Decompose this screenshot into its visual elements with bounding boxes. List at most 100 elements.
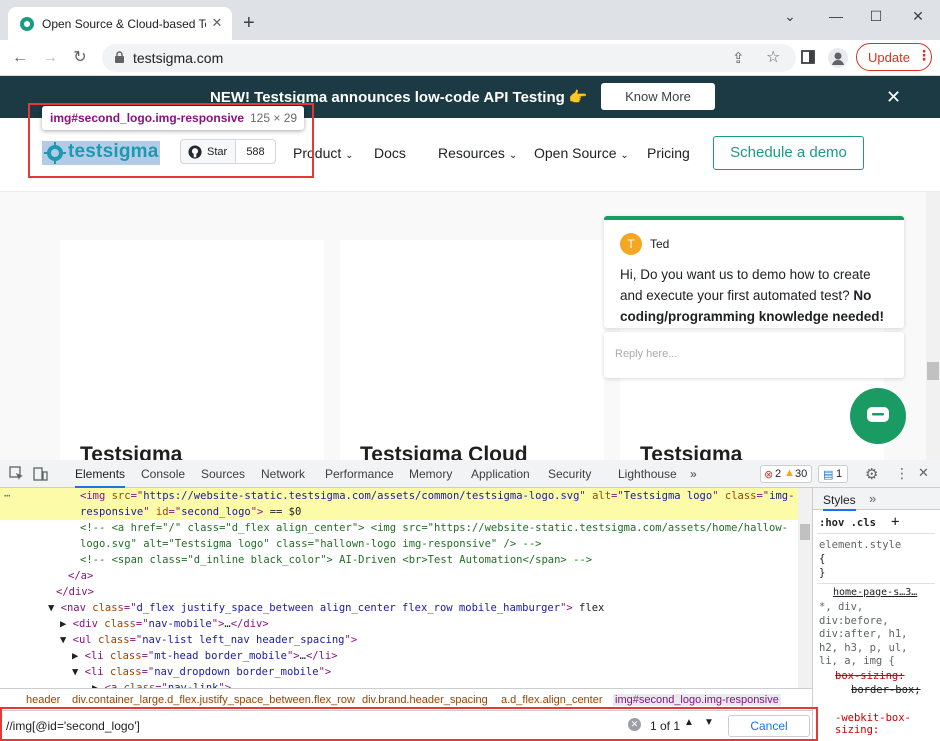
back-arrow-icon[interactable]: ← bbox=[10, 48, 30, 68]
code-token: id bbox=[155, 506, 169, 518]
kebab-menu-icon[interactable]: ⋮ bbox=[917, 47, 931, 64]
chevron-down-icon: ⌄ bbox=[508, 150, 518, 161]
code-line[interactable]: ▶ <a class="nav-link"> bbox=[92, 680, 231, 688]
css-prop-webkit-box-sizing[interactable]: -webkit-box-sizing: bbox=[835, 712, 940, 736]
page-scrollbar-thumb[interactable] bbox=[927, 362, 939, 380]
tab-application[interactable]: Application bbox=[471, 467, 530, 481]
elements-dom-tree: ⋯ <img src="https://website-static.tests… bbox=[0, 488, 812, 688]
know-more-button[interactable]: Know More bbox=[601, 83, 715, 110]
tab-network[interactable]: Network bbox=[261, 467, 305, 481]
page-scrollbar[interactable] bbox=[926, 192, 940, 460]
update-label: Update bbox=[868, 50, 910, 65]
devtools-kebab-icon[interactable]: ⋮ bbox=[895, 465, 909, 482]
code-token: img- bbox=[769, 490, 795, 502]
code-line[interactable]: ▶ <div class="nav-mobile">…</div> bbox=[60, 616, 269, 632]
chat-bubble-icon bbox=[866, 406, 890, 426]
styles-tab[interactable]: Styles bbox=[823, 493, 856, 511]
code-token: "> bbox=[318, 666, 332, 678]
chat-reply-input[interactable]: Reply here... bbox=[604, 332, 904, 378]
code-token: =" bbox=[129, 634, 143, 646]
add-style-icon[interactable]: + bbox=[891, 514, 899, 530]
devtools-close-icon[interactable]: ✕ bbox=[918, 465, 929, 481]
tab-elements[interactable]: Elements bbox=[75, 467, 126, 488]
code-token: <div bbox=[72, 618, 105, 630]
code-line[interactable]: <img src="https://website-static.testsig… bbox=[80, 488, 794, 504]
code-token: class bbox=[109, 650, 142, 662]
nav-pricing[interactable]: Pricing bbox=[647, 145, 690, 161]
code-line[interactable]: </div> bbox=[56, 584, 94, 600]
code-token: nav-mobile bbox=[148, 618, 212, 630]
chat-agent-name: Ted bbox=[650, 237, 670, 251]
window-close-icon[interactable]: ✕ bbox=[908, 8, 928, 24]
code-token: class bbox=[104, 618, 136, 630]
address-bar[interactable]: testsigma.com ⇪ ☆ bbox=[102, 44, 796, 72]
messages-counter[interactable]: ▤ 1 bbox=[818, 465, 848, 483]
css-prop-box-sizing[interactable]: box-sizing: bbox=[835, 670, 905, 682]
code-line[interactable]: <!-- <a href="/" class="d_flex align_cen… bbox=[80, 520, 788, 536]
more-tabs-icon[interactable]: » bbox=[690, 467, 697, 481]
banner-close-icon[interactable]: ✕ bbox=[886, 87, 901, 108]
tab-search-chevron-icon[interactable]: ⌄ bbox=[780, 8, 800, 24]
code-line[interactable]: ▼ <ul class="nav-list left_nav header_sp… bbox=[60, 632, 357, 648]
inspect-element-icon[interactable] bbox=[9, 466, 24, 481]
tab-memory[interactable]: Memory bbox=[409, 467, 452, 481]
reply-placeholder: Reply here... bbox=[615, 348, 678, 360]
css-val-box-sizing[interactable]: border-box; bbox=[851, 684, 921, 696]
message-icon: ▤ bbox=[823, 469, 834, 481]
device-toolbar-icon[interactable] bbox=[33, 466, 48, 481]
side-panel-icon[interactable] bbox=[800, 49, 818, 67]
stylesheet-link[interactable]: home-page-s…3… bbox=[833, 587, 917, 598]
tab-close-icon[interactable]: ✕ bbox=[209, 15, 225, 31]
bookmark-star-icon[interactable]: ☆ bbox=[766, 47, 780, 67]
code-token: "> bbox=[211, 618, 225, 630]
browser-tab[interactable]: Open Source & Cloud-based Test ✕ bbox=[8, 7, 232, 40]
lock-icon[interactable] bbox=[114, 51, 125, 64]
code-line[interactable]: ▼ <li class="nav_dropdown border_mobile"… bbox=[72, 664, 331, 680]
styles-filter[interactable]: :hov .cls bbox=[819, 517, 876, 529]
new-tab-icon[interactable]: + bbox=[243, 13, 255, 33]
breadcrumb-item[interactable]: div.brand.header_spacing bbox=[362, 694, 488, 706]
nav-open-source[interactable]: Open Source ⌄ bbox=[534, 145, 629, 161]
tab-console[interactable]: Console bbox=[141, 467, 185, 481]
tab-security[interactable]: Security bbox=[548, 467, 591, 481]
code-line[interactable]: logo.svg" alt="Testsigma logo" class="ha… bbox=[80, 536, 541, 552]
code-line[interactable]: ▼ <nav class="d_flex justify_space_betwe… bbox=[48, 600, 604, 616]
code-token: class bbox=[109, 666, 142, 678]
update-button[interactable]: Update ⋮ bbox=[856, 43, 932, 71]
schedule-demo-button[interactable]: Schedule a demo bbox=[713, 136, 864, 170]
tab-sources[interactable]: Sources bbox=[201, 467, 245, 481]
share-icon[interactable]: ⇪ bbox=[732, 49, 745, 67]
chat-message-text: Hi, Do you want us to demo how to create… bbox=[620, 267, 871, 303]
chat-launcher-button[interactable] bbox=[850, 388, 906, 444]
nav-resources[interactable]: Resources ⌄ bbox=[438, 145, 517, 161]
minimize-icon[interactable]: — bbox=[826, 8, 846, 24]
breadcrumb-item-selected[interactable]: img#second_logo.img-responsive bbox=[613, 694, 781, 706]
maximize-icon[interactable]: ☐ bbox=[866, 8, 886, 24]
breadcrumb-item[interactable]: header bbox=[26, 694, 60, 706]
styles-divider bbox=[817, 583, 935, 584]
code-token: ▼ bbox=[60, 634, 73, 646]
breadcrumb-item[interactable]: a.d_flex.align_center bbox=[501, 694, 603, 706]
code-token: ▼ bbox=[48, 602, 61, 614]
issues-counter[interactable]: ⊗ 2 ▲ 30 bbox=[760, 465, 812, 483]
settings-gear-icon[interactable]: ⚙ bbox=[865, 465, 878, 483]
tab-lighthouse[interactable]: Lighthouse bbox=[618, 467, 677, 481]
breadcrumb-item[interactable]: div.container_large.d_flex.justify_space… bbox=[72, 694, 355, 706]
code-token: =" bbox=[135, 618, 149, 630]
code-line[interactable]: ▶ <li class="mt-head border_mobile">…</l… bbox=[72, 648, 338, 664]
nav-docs[interactable]: Docs bbox=[374, 145, 406, 161]
forward-arrow-icon[interactable]: → bbox=[40, 48, 60, 68]
reload-icon[interactable]: ↻ bbox=[70, 48, 90, 68]
code-token: <ul bbox=[72, 634, 98, 646]
tab-performance[interactable]: Performance bbox=[325, 467, 394, 481]
elements-scrollbar[interactable] bbox=[798, 488, 812, 688]
code-line[interactable]: <!-- <span class="d_inline black_color">… bbox=[80, 552, 592, 568]
profile-avatar-icon[interactable] bbox=[828, 48, 848, 68]
code-token: flex bbox=[572, 602, 605, 614]
code-token: <li bbox=[84, 650, 110, 662]
code-line[interactable]: responsive" id="second_logo"> == $0 bbox=[80, 504, 301, 520]
code-line[interactable]: </a> bbox=[68, 568, 93, 584]
elements-scrollbar-thumb[interactable] bbox=[800, 524, 810, 540]
code-token: class bbox=[97, 634, 130, 646]
styles-more-icon[interactable]: » bbox=[869, 491, 876, 506]
